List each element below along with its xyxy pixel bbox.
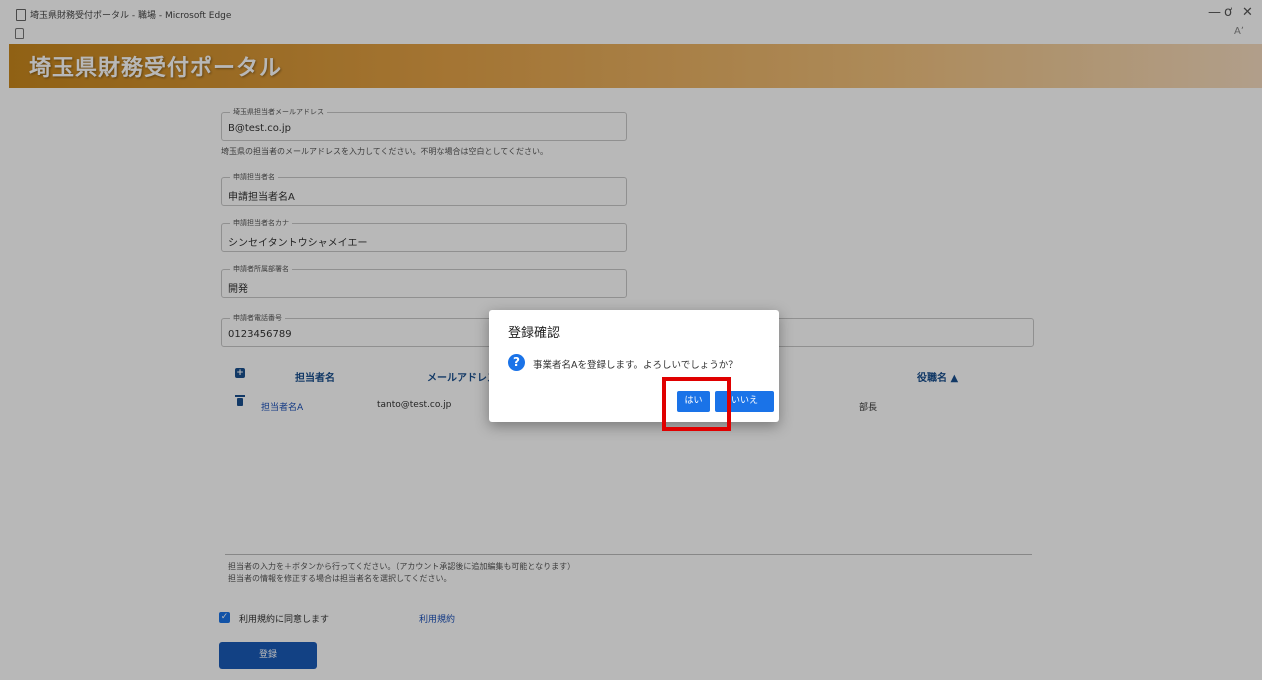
dialog-title: 登録確認 <box>508 326 561 341</box>
highlight-box <box>662 377 731 431</box>
confirm-dialog: 登録確認 ? 事業者名Aを登録します。よろしいでしょうか？ はい いいえ <box>489 310 779 422</box>
question-icon: ? <box>508 354 525 371</box>
dialog-message: 事業者名Aを登録します。よろしいでしょうか？ <box>533 360 738 371</box>
